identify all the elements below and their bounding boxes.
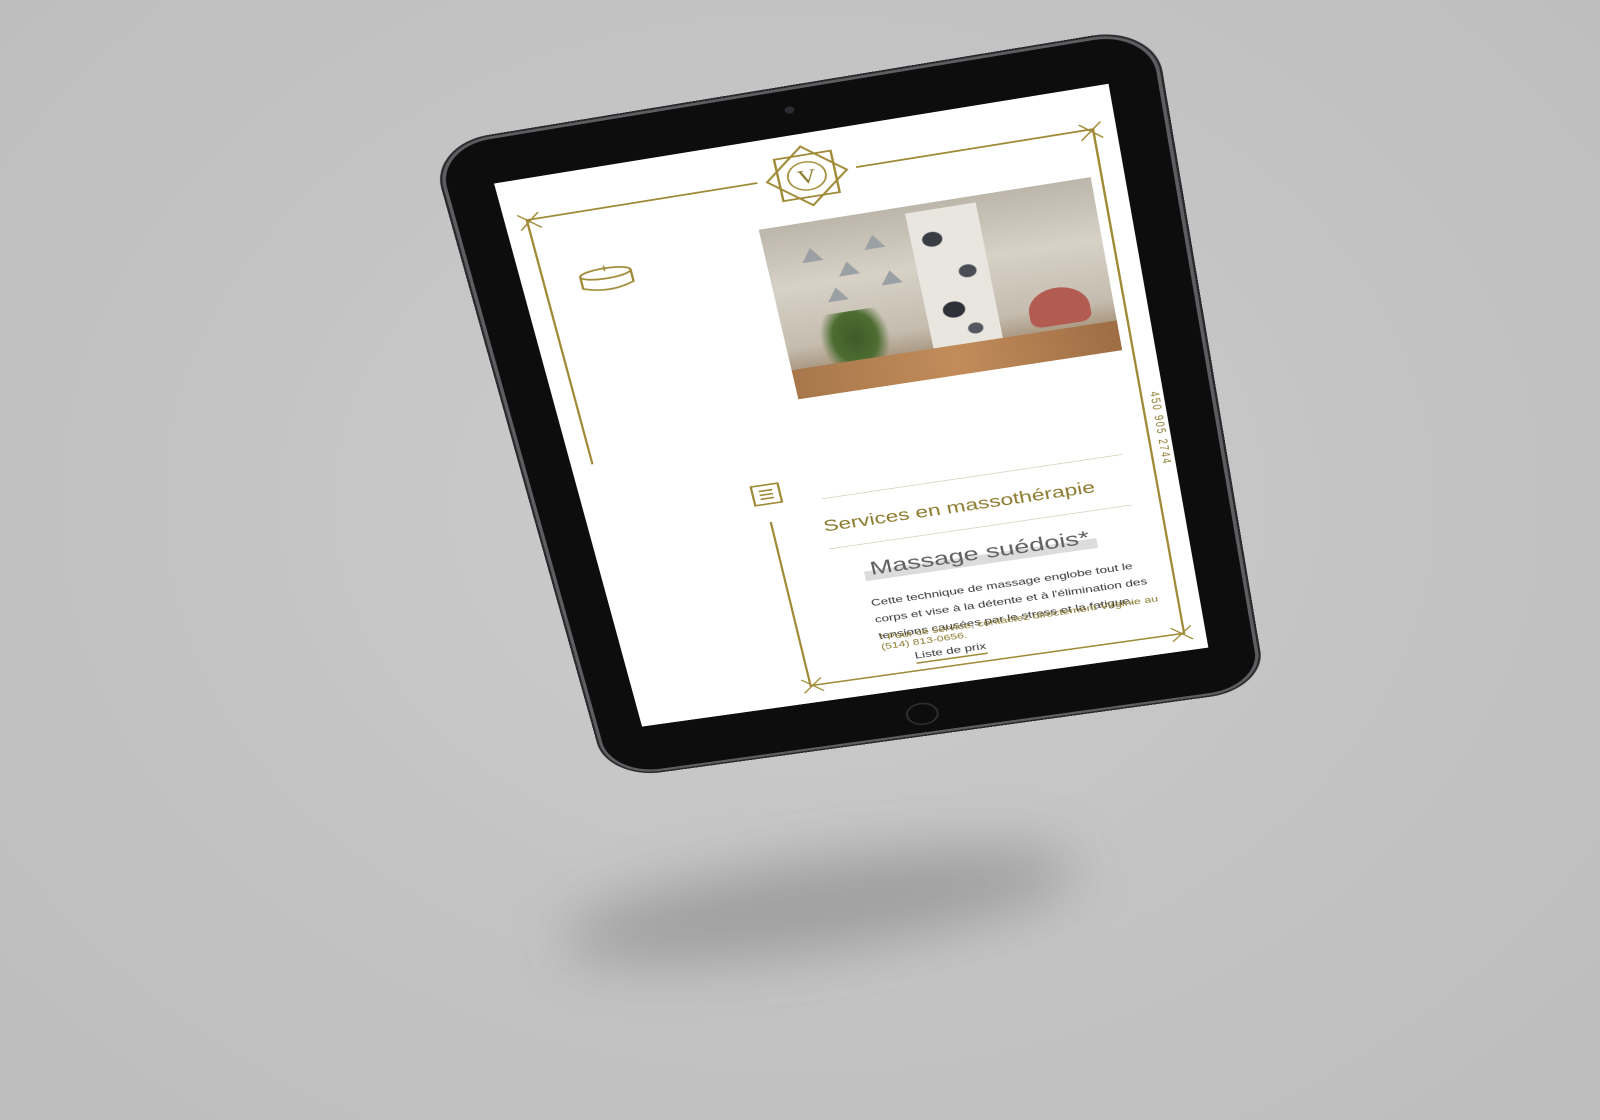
camera-icon bbox=[784, 105, 796, 115]
star-logo-icon[interactable]: V bbox=[749, 131, 865, 220]
hamburger-menu-icon[interactable] bbox=[749, 482, 784, 507]
tablet: V 450 905 2744 Services en massothérapie… bbox=[436, 30, 1261, 776]
candle-icon bbox=[571, 257, 641, 300]
frame-line-bottom bbox=[809, 632, 1186, 687]
floral-wallpaper bbox=[905, 202, 1005, 356]
tablet-screen: V 450 905 2744 Services en massothérapie… bbox=[494, 83, 1209, 727]
corner-ornament-icon bbox=[1076, 119, 1106, 143]
corner-ornament-icon bbox=[1168, 624, 1196, 644]
mirror-decor bbox=[861, 233, 886, 250]
mirror-decor bbox=[836, 259, 860, 277]
tablet-device-wrapper: V 450 905 2744 Services en massothérapie… bbox=[0, 0, 1600, 1120]
corner-ornament-icon bbox=[514, 210, 544, 233]
mirror-decor bbox=[825, 285, 849, 303]
pink-chair bbox=[1024, 283, 1093, 330]
mockup-scene: V 450 905 2744 Services en massothérapie… bbox=[0, 0, 1600, 1120]
mirror-decor bbox=[878, 268, 903, 286]
frame-line-left bbox=[525, 219, 594, 465]
home-button[interactable] bbox=[903, 700, 942, 728]
section-title: Services en massothérapie bbox=[821, 478, 1097, 536]
mirror-decor bbox=[799, 246, 824, 264]
corner-ornament-icon bbox=[799, 676, 827, 695]
frame-line-left-bottom bbox=[769, 521, 812, 686]
